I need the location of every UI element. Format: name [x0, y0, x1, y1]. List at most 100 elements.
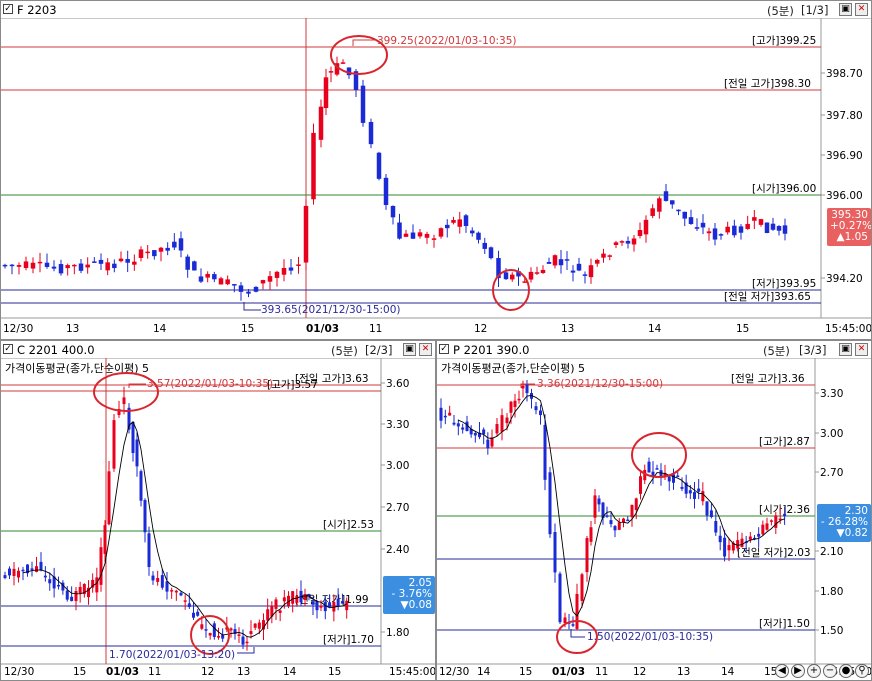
- price-chart[interactable]: [고가]399.25 [전일 고가]398.30 [시가]396.00 [저가]393…: [1, 18, 871, 340]
- zoom-in-icon[interactable]: +: [807, 664, 821, 678]
- checkbox-icon[interactable]: ✓: [3, 344, 13, 354]
- candle-body: [585, 538, 589, 573]
- price-chart[interactable]: [전일 고가]3.36[고가]2.87[시가]2.36[전일 저가]2.03[저…: [437, 358, 871, 680]
- settings-icon[interactable]: ▣: [403, 343, 416, 356]
- candle-body: [783, 514, 787, 517]
- candle-body: [58, 264, 64, 274]
- candle-body: [376, 152, 382, 179]
- candle-body: [16, 265, 22, 267]
- candle-body: [609, 520, 613, 525]
- price-tag: 2.05 - 3.76% ▼0.08: [383, 576, 435, 614]
- candle-body: [525, 384, 529, 394]
- scroll-right-icon[interactable]: ▶: [791, 664, 805, 678]
- candle-body: [112, 420, 116, 469]
- x-tick-label: 13: [66, 323, 79, 335]
- search-icon[interactable]: ⚲: [855, 664, 869, 678]
- scroll-left-icon[interactable]: ◀: [775, 664, 789, 678]
- candle-body: [521, 385, 525, 389]
- candle-body: [513, 400, 517, 408]
- period-label[interactable]: (5분): [763, 343, 790, 359]
- x-tick-label: 14: [721, 666, 735, 678]
- candle-body: [232, 284, 237, 286]
- candle-body: [103, 525, 107, 554]
- put-option-chart-panel[interactable]: ✓ P 2201 390.0 (5분) [3/3] ▣ ✕ 가격이동평균(종가,…: [436, 340, 872, 681]
- level-label: [고가]3.57: [267, 379, 318, 391]
- candle-body: [782, 225, 788, 234]
- candle-body: [35, 566, 38, 572]
- candle-body: [647, 461, 651, 473]
- call-option-chart-panel[interactable]: ✓ C 2201 400.0 (5분) [2/3] ▣ ✕ 가격이동평균(종가,…: [0, 340, 436, 681]
- candle-body: [2, 264, 8, 267]
- candle-body: [439, 407, 443, 421]
- candle-body: [517, 398, 521, 401]
- candle-body: [390, 205, 396, 218]
- candle-body: [714, 521, 718, 533]
- candle-body: [340, 601, 344, 604]
- candle-body: [208, 633, 212, 636]
- y-tick-label: 1.80: [820, 586, 843, 598]
- candle-body: [179, 592, 183, 596]
- checkbox-icon[interactable]: ✓: [439, 344, 449, 354]
- candle-body: [723, 537, 727, 557]
- candle-body: [105, 262, 110, 271]
- price-chart[interactable]: [전일 고가]3.63[고가]3.57[시가]2.53[전일 저가]1.99[저…: [1, 358, 435, 680]
- close-icon[interactable]: ✕: [855, 343, 868, 356]
- x-tick-label: 12: [201, 666, 214, 678]
- period-label[interactable]: (5분): [767, 3, 794, 19]
- candle-body: [473, 433, 477, 436]
- candle-body: [198, 276, 204, 282]
- candle-body: [37, 261, 43, 264]
- settings-icon[interactable]: ▣: [839, 343, 852, 356]
- zoom-out-icon[interactable]: −: [823, 664, 837, 678]
- candle-body: [619, 241, 625, 243]
- candle-body: [639, 476, 642, 494]
- candle-body: [694, 227, 700, 229]
- period-label[interactable]: (5분): [331, 343, 358, 359]
- candle-body: [229, 628, 233, 631]
- candle-body: [575, 593, 579, 629]
- settings-icon[interactable]: ▣: [839, 3, 852, 16]
- x-tick-label: 12/30: [439, 666, 469, 678]
- x-tick-label: 15: [519, 666, 532, 678]
- candle-body: [311, 601, 315, 605]
- candle-body: [187, 603, 191, 607]
- candle-body: [48, 579, 52, 584]
- candle-body: [165, 247, 170, 251]
- level-label: [고가]399.25: [752, 35, 816, 47]
- futures-chart-panel[interactable]: ✓ F 2203 (5분) [1/3] ▣ ✕ [고가]399.25 [전일 고가…: [0, 0, 872, 340]
- candle-body: [424, 233, 430, 238]
- candle-body: [657, 198, 662, 212]
- panel-title: P 2201 390.0: [453, 343, 530, 357]
- candle-body: [595, 259, 600, 264]
- candle-body: [246, 291, 251, 294]
- candle-body: [676, 209, 681, 212]
- candle-body: [278, 610, 282, 613]
- candle-body: [486, 439, 490, 449]
- candle-body: [580, 574, 584, 601]
- zoom-reset-icon[interactable]: ●: [839, 664, 853, 678]
- candle-body: [253, 286, 259, 292]
- candle-body: [51, 266, 57, 269]
- close-icon[interactable]: ✕: [855, 3, 868, 16]
- candle-body: [631, 238, 637, 245]
- candle-body: [688, 217, 694, 225]
- panel-titlebar: ✓ F 2203 (5분) [1/3] ▣ ✕: [1, 1, 871, 19]
- candle-body: [558, 573, 562, 623]
- x-tick-label: 15: [241, 323, 254, 335]
- candle-body: [448, 412, 452, 416]
- candle-body: [680, 486, 684, 489]
- candle-body: [605, 515, 609, 517]
- y-tick-label: 396.90: [826, 150, 863, 162]
- x-tick-label: 15:45:00: [389, 666, 435, 678]
- close-icon[interactable]: ✕: [419, 343, 432, 356]
- candle-body: [693, 492, 696, 499]
- candle-body: [143, 500, 147, 533]
- candle-body: [630, 504, 634, 518]
- candle-body: [593, 495, 597, 518]
- checkbox-icon[interactable]: ✓: [3, 4, 13, 14]
- candle-body: [397, 222, 402, 239]
- candle-body: [70, 596, 74, 602]
- x-tick-label: 01/03: [552, 666, 585, 678]
- tag-change: ▲1.05: [836, 231, 868, 243]
- candle-body: [438, 228, 444, 237]
